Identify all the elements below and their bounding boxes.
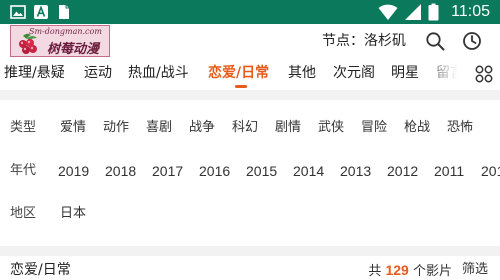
- section-divider: [0, 90, 500, 100]
- filter-option[interactable]: 2016: [199, 160, 230, 182]
- app-header: Sm-dongman.com 树莓动漫 节点：洛杉矶: [0, 24, 500, 58]
- battery-icon: [428, 3, 439, 21]
- count-suffix: 个影片: [412, 264, 452, 279]
- filter-row-year: 年代 2019 2018 2017 2016 2015 2014 2013 20…: [0, 160, 500, 182]
- tab-stars[interactable]: 明星: [391, 63, 419, 83]
- filter-option[interactable]: 动作: [103, 117, 129, 139]
- count-number: 129: [385, 262, 409, 278]
- file-icon: [59, 5, 69, 19]
- history-button[interactable]: [461, 30, 483, 52]
- image-icon: [10, 5, 26, 19]
- grid-menu-icon: [475, 65, 493, 83]
- filter-type-label: 类型: [10, 120, 37, 135]
- filter-option[interactable]: 科幻: [232, 117, 258, 139]
- search-icon: [426, 32, 445, 51]
- tab-other[interactable]: 其他: [288, 63, 316, 83]
- filter-option[interactable]: 武侠: [318, 117, 344, 139]
- filter-option[interactable]: 2018: [105, 160, 136, 182]
- filter-row-region: 地区 日本: [0, 203, 500, 225]
- filter-option[interactable]: 恐怖: [447, 117, 473, 139]
- app-logo[interactable]: Sm-dongman.com 树莓动漫: [10, 25, 110, 57]
- status-right-icons: 11:05: [378, 2, 490, 22]
- status-left-icons: [10, 4, 72, 20]
- filter-option[interactable]: 枪战: [404, 117, 430, 139]
- status-time: 11:05: [451, 3, 490, 20]
- filter-option[interactable]: 日本: [60, 203, 86, 225]
- wifi-icon: [378, 4, 398, 21]
- category-tabs: 推理/悬疑 运动 热血/战斗 恋爱/日常 其他 次元阁 明星 留言: [0, 58, 500, 90]
- section-divider: [0, 246, 500, 256]
- filter-option[interactable]: 2011: [434, 160, 464, 182]
- tab-mystery[interactable]: 推理/悬疑: [4, 63, 65, 83]
- results-title: 恋爱/日常: [10, 262, 71, 278]
- search-button[interactable]: [424, 30, 446, 52]
- logo-name-text: 树莓动漫: [47, 42, 100, 57]
- filter-row-type: 类型 爱情 动作 喜剧 战争 科幻 剧情 武侠 冒险 枪战 恐怖: [0, 117, 500, 139]
- results-count: 共 129 个影片: [368, 260, 452, 280]
- tabs-fade-overlay: [418, 58, 468, 90]
- tab-romance-daily[interactable]: 恋爱/日常: [208, 63, 269, 83]
- history-icon: [463, 32, 481, 50]
- results-header: 恋爱/日常 共 129 个影片 筛选: [0, 256, 500, 280]
- status-bar: 11:05: [0, 0, 500, 24]
- filter-option[interactable]: 2019: [58, 160, 89, 182]
- filter-option[interactable]: 2017: [152, 160, 183, 182]
- tab-sports[interactable]: 运动: [84, 63, 112, 83]
- tab-menu-button[interactable]: [468, 61, 500, 87]
- tab-action-battle[interactable]: 热血/战斗: [128, 63, 189, 83]
- tab-ciyuange[interactable]: 次元阁: [333, 63, 375, 83]
- filter-option[interactable]: 战争: [189, 117, 215, 139]
- filter-option[interactable]: 冒险: [361, 117, 387, 139]
- filter-region-label: 地区: [10, 206, 37, 221]
- filter-option[interactable]: 剧情: [275, 117, 301, 139]
- filter-option[interactable]: 2014: [293, 160, 324, 182]
- count-prefix: 共: [368, 264, 382, 279]
- server-node-label[interactable]: 节点：洛杉矶: [322, 32, 406, 50]
- filter-option[interactable]: 喜剧: [146, 117, 172, 139]
- logo-url-text: Sm-dongman.com: [29, 27, 102, 36]
- signal-icon: [405, 4, 422, 20]
- filter-option[interactable]: 2013: [340, 160, 371, 182]
- filter-option[interactable]: 2015: [246, 160, 277, 182]
- filter-year-label: 年代: [10, 163, 37, 178]
- a-box-icon: [34, 5, 48, 19]
- filter-option[interactable]: 2010: [481, 160, 500, 182]
- filter-button[interactable]: 筛选: [462, 260, 488, 280]
- filter-option[interactable]: 爱情: [60, 117, 86, 139]
- active-tab-indicator: [235, 85, 247, 88]
- filter-option[interactable]: 2012: [387, 160, 418, 182]
- filter-panel: 类型 爱情 动作 喜剧 战争 科幻 剧情 武侠 冒险 枪战 恐怖 年代 2019…: [0, 100, 500, 246]
